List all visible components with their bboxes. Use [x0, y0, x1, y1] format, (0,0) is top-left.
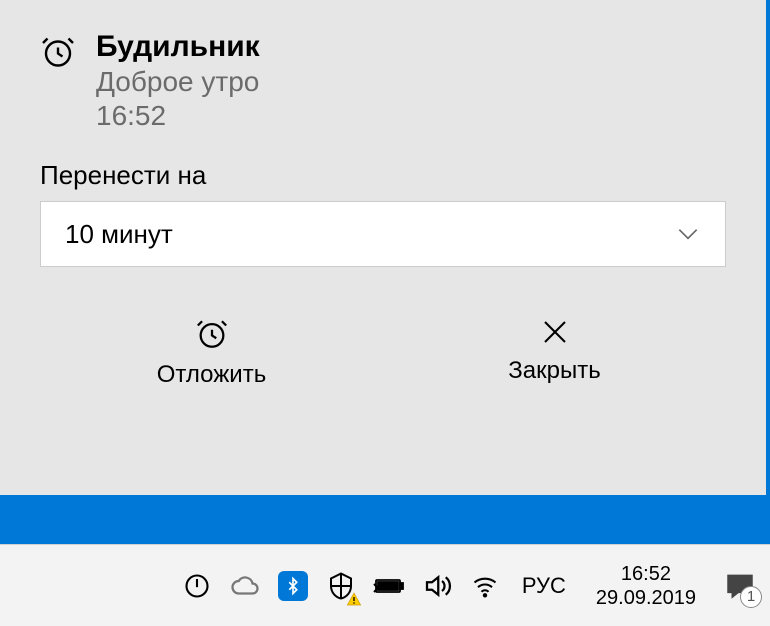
dismiss-button-label: Закрыть: [508, 357, 600, 385]
close-icon: [540, 317, 570, 347]
notification-badge: 1: [740, 586, 762, 608]
snooze-button[interactable]: Отложить: [40, 307, 383, 399]
snooze-dropdown-value: 10 минут: [65, 219, 173, 250]
notification-time: 16:52: [96, 100, 260, 132]
system-tray: РУС 16:52 29.09.2019 1: [180, 562, 760, 610]
snooze-button-label: Отложить: [157, 361, 266, 389]
taskbar-clock[interactable]: 16:52 29.09.2019: [586, 562, 706, 610]
clock-date: 29.09.2019: [596, 586, 696, 610]
notification-title: Будильник: [96, 30, 260, 64]
power-icon[interactable]: [180, 569, 214, 603]
cloud-icon[interactable]: [228, 569, 262, 603]
wifi-icon[interactable]: [468, 569, 502, 603]
alarm-clock-icon: [40, 30, 76, 132]
chevron-down-icon: [675, 221, 701, 247]
language-indicator[interactable]: РУС: [516, 573, 572, 599]
dismiss-button[interactable]: Закрыть: [383, 307, 726, 399]
volume-icon[interactable]: [420, 569, 454, 603]
alarm-clock-icon: [195, 317, 229, 351]
security-icon[interactable]: [324, 569, 358, 603]
notification-header: Будильник Доброе утро 16:52: [40, 30, 726, 132]
snooze-dropdown[interactable]: 10 минут: [40, 201, 726, 267]
notification-actions: Отложить Закрыть: [40, 307, 726, 399]
alarm-notification: Будильник Доброе утро 16:52 Перенести на…: [0, 0, 766, 495]
notification-subtitle: Доброе утро: [96, 66, 260, 98]
battery-icon[interactable]: [372, 569, 406, 603]
taskbar: РУС 16:52 29.09.2019 1: [0, 544, 770, 626]
snooze-label: Перенести на: [40, 160, 726, 191]
clock-time: 16:52: [621, 562, 671, 586]
action-center-icon[interactable]: 1: [720, 566, 760, 606]
notification-text: Будильник Доброе утро 16:52: [96, 30, 260, 132]
bluetooth-icon[interactable]: [276, 569, 310, 603]
